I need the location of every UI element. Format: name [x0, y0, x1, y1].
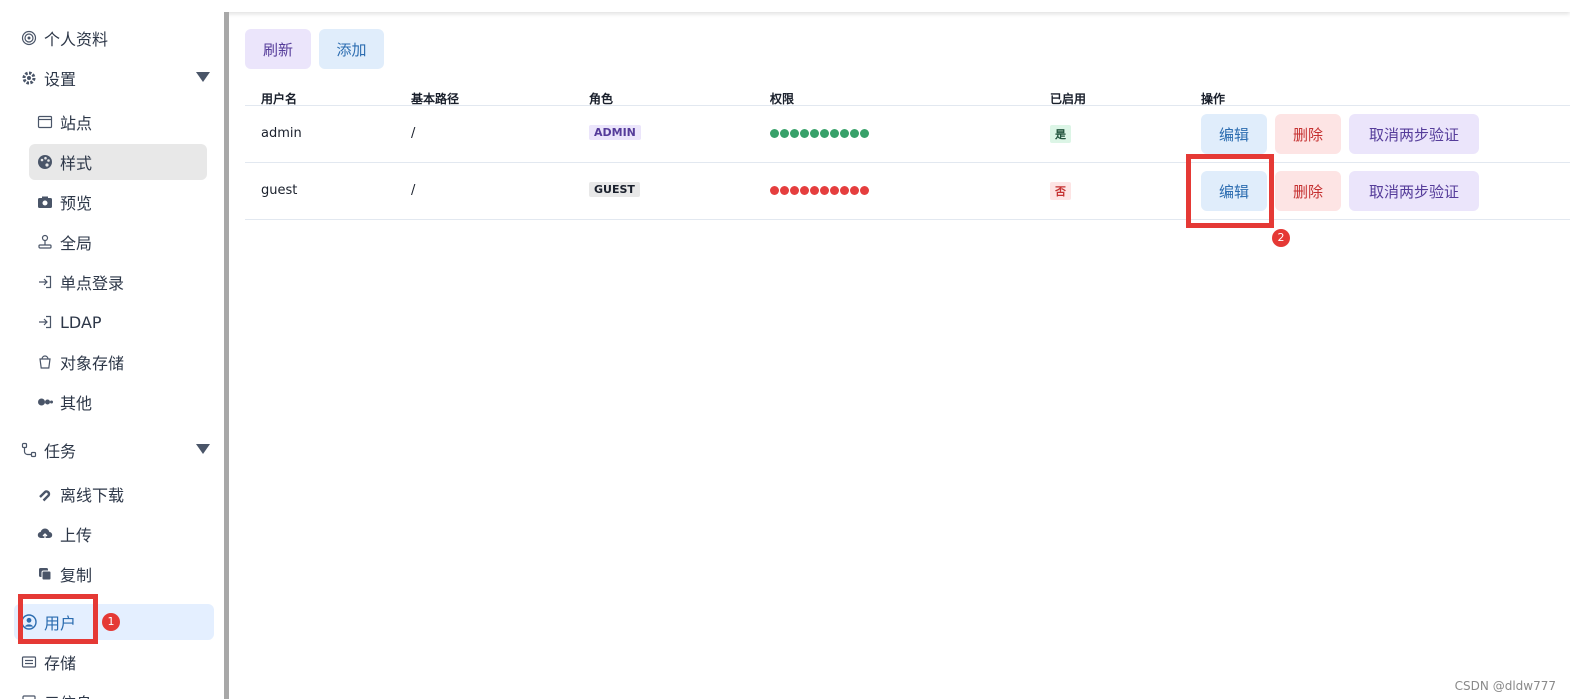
- sidebar-item-label: LDAP: [60, 312, 102, 332]
- watermark: CSDN @dldw777: [1454, 679, 1556, 693]
- sidebar-item-object-storage[interactable]: 对象存储: [29, 344, 207, 380]
- permission-dot: [860, 186, 869, 195]
- top-header-bar: [0, 0, 1570, 12]
- permission-dot: [860, 129, 869, 138]
- dots-icon: [36, 393, 54, 411]
- sidebar-item-label: 样式: [60, 154, 93, 173]
- sidebar-item-copy[interactable]: 复制: [29, 556, 207, 592]
- permission-dot: [810, 129, 819, 138]
- sidebar-item-storage[interactable]: 存储: [14, 644, 214, 680]
- chevron-down-icon[interactable]: [196, 444, 210, 454]
- sidebar-item-site[interactable]: 站点: [29, 104, 207, 140]
- fingerprint-icon: [20, 29, 38, 47]
- sidebar-item-label: 个人资料: [44, 30, 109, 49]
- annotation-box-2: [1186, 154, 1274, 228]
- sidebar-item-label: 单点登录: [60, 274, 125, 293]
- annotation-badge-1: 1: [102, 613, 120, 631]
- sidebar-item-metadata[interactable]: 元信息: [14, 684, 214, 699]
- sidebar-item-sso[interactable]: 单点登录: [29, 264, 207, 300]
- permission-dot: [770, 186, 779, 195]
- chevron-down-icon[interactable]: [196, 72, 210, 82]
- permission-dot: [820, 129, 829, 138]
- magnet-icon: [36, 485, 54, 503]
- permission-dot: [810, 186, 819, 195]
- sidebar-item-label: 存储: [44, 654, 77, 673]
- sidebar-item-upload[interactable]: 上传: [29, 516, 207, 552]
- sidebar-item-other[interactable]: 其他: [29, 384, 207, 420]
- sidebar-item-ldap[interactable]: LDAP: [29, 304, 207, 340]
- edit-button[interactable]: 编辑: [1201, 114, 1267, 154]
- permission-dot: [790, 129, 799, 138]
- delete-button[interactable]: 删除: [1275, 114, 1341, 154]
- annotation-box-1: [18, 594, 98, 644]
- refresh-button[interactable]: 刷新: [245, 29, 311, 69]
- copy-icon: [36, 565, 54, 583]
- sidebar-group-label: 设置: [44, 70, 77, 89]
- role-badge: ADMIN: [589, 125, 641, 140]
- permission-dot: [790, 186, 799, 195]
- permission-dot: [780, 186, 789, 195]
- sidebar-item-label: 上传: [60, 526, 93, 545]
- sidebar-item-label: 站点: [60, 114, 93, 133]
- cancel-2fa-button[interactable]: 取消两步验证: [1349, 171, 1479, 211]
- sidebar-item-global[interactable]: 全局: [29, 224, 207, 260]
- permission-dot: [800, 129, 809, 138]
- login-icon: [36, 273, 54, 291]
- sidebar-item-offline-download[interactable]: 离线下载: [29, 476, 207, 512]
- camera-icon: [36, 193, 54, 211]
- permission-dot: [850, 129, 859, 138]
- joystick-icon: [36, 233, 54, 251]
- sidebar-item-label: 对象存储: [60, 354, 125, 373]
- permission-dot: [800, 186, 809, 195]
- permission-dot: [820, 186, 829, 195]
- role-badge: GUEST: [589, 182, 640, 197]
- permission-dot: [850, 186, 859, 195]
- metadata-icon: [20, 693, 38, 699]
- cell-base-path: /: [411, 126, 416, 141]
- workflow-icon: [20, 441, 38, 459]
- add-button[interactable]: 添加: [319, 29, 384, 69]
- cell-username: guest: [261, 183, 298, 198]
- cell-username: admin: [261, 126, 302, 141]
- table-row-divider: [245, 219, 1570, 220]
- permission-dot: [830, 186, 839, 195]
- permission-dot: [840, 129, 849, 138]
- sidebar-item-label: 离线下载: [60, 486, 125, 505]
- permission-dot: [780, 129, 789, 138]
- sidebar-item-label: 复制: [60, 566, 93, 585]
- database-icon: [20, 653, 38, 671]
- annotation-badge-2: 2: [1272, 229, 1290, 247]
- sidebar-group-tasks[interactable]: 任务: [14, 432, 214, 468]
- table-row-divider: [245, 162, 1570, 163]
- window-icon: [36, 113, 54, 131]
- sidebar-item-label: 全局: [60, 234, 93, 253]
- sidebar-group-label: 任务: [44, 442, 77, 461]
- main-content: 刷新 添加 用户名 基本路径 角色 权限 已启用 操作 admin / ADMI…: [229, 12, 1570, 699]
- delete-button[interactable]: 删除: [1275, 171, 1341, 211]
- permission-dots: [770, 186, 869, 195]
- permission-dot: [840, 186, 849, 195]
- sidebar-group-settings[interactable]: 设置: [14, 60, 214, 96]
- permission-dot: [830, 129, 839, 138]
- cell-base-path: /: [411, 183, 416, 198]
- permission-dot: [770, 129, 779, 138]
- sidebar-item-style[interactable]: 样式: [29, 144, 207, 180]
- sidebar-item-profile[interactable]: 个人资料: [14, 20, 214, 56]
- login-icon: [36, 313, 54, 331]
- cancel-2fa-button[interactable]: 取消两步验证: [1349, 114, 1479, 154]
- sidebar-item-label: 其他: [60, 394, 93, 413]
- palette-icon: [36, 153, 54, 171]
- enabled-badge: 否: [1050, 182, 1071, 200]
- bucket-icon: [36, 353, 54, 371]
- table-header-divider: [245, 105, 1570, 106]
- enabled-badge: 是: [1050, 125, 1071, 143]
- permission-dots: [770, 129, 869, 138]
- sidebar-item-label: 预览: [60, 194, 93, 213]
- sidebar-item-label: 元信息: [44, 690, 92, 699]
- gear-icon: [20, 69, 38, 87]
- sidebar-item-preview[interactable]: 预览: [29, 184, 207, 220]
- cloud-upload-icon: [36, 525, 54, 543]
